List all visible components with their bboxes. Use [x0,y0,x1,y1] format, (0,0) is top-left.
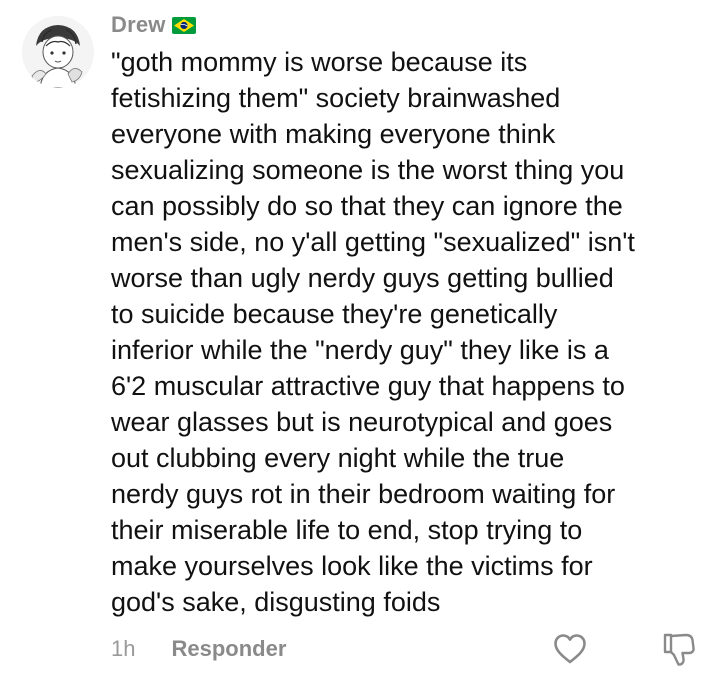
reply-button[interactable]: Responder [171,636,286,662]
thumbs-down-outline-icon[interactable] [662,631,696,667]
brazil-flag-icon [171,16,196,34]
timestamp: 1h [111,636,136,661]
avatar-image [22,16,94,88]
comment-text: "goth mommy is worse because its fetishi… [111,47,635,617]
avatar[interactable] [22,16,94,88]
comment-footer: 1h Responder [111,632,286,666]
heart-outline-icon[interactable] [553,633,587,665]
comment-item: Drew "goth mommy is worse because its fe… [0,0,720,674]
author-name[interactable]: Drew [111,12,166,38]
author-row: Drew [111,11,196,39]
